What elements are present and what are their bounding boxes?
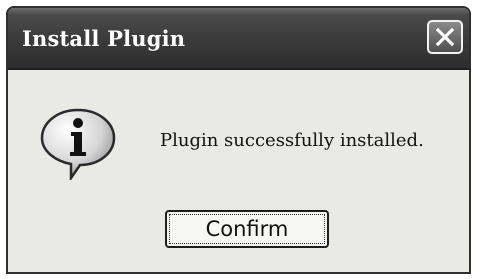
close-icon (435, 27, 455, 47)
confirm-button[interactable]: Confirm (165, 210, 329, 248)
confirm-button-label: Confirm (169, 214, 325, 244)
status-message: Plugin successfully installed. (160, 130, 424, 151)
dialog-title: Install Plugin (22, 26, 186, 51)
close-button[interactable] (427, 20, 463, 54)
info-icon (40, 108, 116, 180)
install-plugin-dialog: Install Plugin Plugin successfully insta… (6, 6, 471, 274)
title-bar[interactable]: Install Plugin (8, 8, 469, 70)
